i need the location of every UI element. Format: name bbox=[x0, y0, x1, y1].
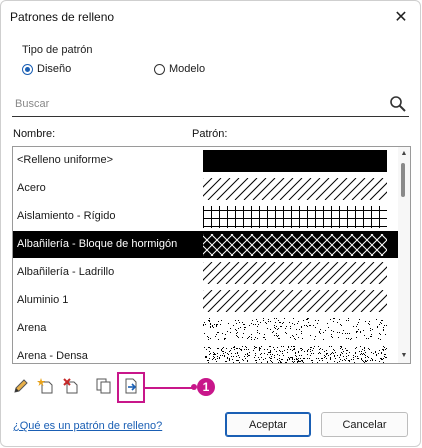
edit-pattern-button[interactable] bbox=[10, 375, 32, 397]
list-item[interactable]: <Relleno uniforme> bbox=[13, 147, 399, 174]
search-icon[interactable] bbox=[389, 95, 407, 113]
pattern-swatch bbox=[203, 318, 387, 340]
pattern-name: Albañilería - Ladrillo bbox=[17, 266, 115, 278]
duplicate-pattern-button[interactable] bbox=[93, 375, 115, 397]
list-item[interactable]: Arena - Densa bbox=[13, 343, 399, 363]
new-pattern-icon bbox=[37, 378, 53, 394]
pattern-swatch bbox=[203, 206, 387, 228]
fill-patterns-dialog: Patrones de relleno ✕ Tipo de patrón Dis… bbox=[0, 0, 421, 447]
list-item[interactable]: Acero bbox=[13, 175, 399, 202]
pencil-icon bbox=[14, 379, 28, 393]
pattern-name: Acero bbox=[17, 182, 46, 194]
radio-design[interactable]: Diseño bbox=[22, 63, 71, 75]
scrollbar[interactable]: ▲ ▼ bbox=[398, 147, 410, 363]
duplicate-icon bbox=[96, 378, 111, 394]
search-input[interactable] bbox=[12, 94, 388, 114]
search-box bbox=[12, 94, 409, 117]
column-header-name: Nombre: bbox=[13, 128, 56, 140]
pattern-name: Arena bbox=[17, 322, 47, 334]
pattern-name: Aluminio 1 bbox=[17, 294, 69, 306]
pattern-swatch bbox=[203, 346, 387, 363]
list-item[interactable]: Aislamiento - Rígido bbox=[13, 203, 399, 230]
scrollbar-thumb[interactable] bbox=[401, 163, 405, 197]
list-item[interactable]: Albañilería - Bloque de hormigón bbox=[13, 231, 399, 258]
pattern-name: Albañilería - Bloque de hormigón bbox=[17, 238, 178, 250]
scroll-up-icon[interactable]: ▲ bbox=[400, 150, 408, 158]
pattern-swatch bbox=[203, 290, 387, 312]
pattern-swatch bbox=[203, 150, 387, 172]
callout-badge: 1 bbox=[197, 378, 215, 396]
radio-button-icon bbox=[22, 63, 33, 75]
import-button-highlight bbox=[117, 372, 145, 403]
pattern-swatch bbox=[203, 178, 387, 200]
callout-line bbox=[145, 387, 195, 389]
cancel-button[interactable]: Cancelar bbox=[321, 412, 408, 437]
list-item[interactable]: Albañilería - Ladrillo bbox=[13, 259, 399, 286]
close-icon[interactable]: ✕ bbox=[390, 6, 412, 28]
new-pattern-button[interactable] bbox=[35, 375, 57, 397]
delete-pattern-icon bbox=[63, 378, 78, 394]
radio-design-label: Diseño bbox=[37, 63, 72, 75]
title-bar: Patrones de relleno ✕ bbox=[1, 1, 421, 33]
dialog-title: Patrones de relleno bbox=[10, 10, 115, 24]
pattern-swatch bbox=[203, 262, 387, 284]
pattern-name: <Relleno uniforme> bbox=[17, 154, 114, 166]
list-item[interactable]: Arena bbox=[13, 315, 399, 342]
radio-button-icon bbox=[154, 63, 165, 75]
list-item[interactable]: Aluminio 1 bbox=[13, 287, 399, 314]
pattern-name: Arena - Densa bbox=[17, 350, 88, 362]
pattern-name: Aislamiento - Rígido bbox=[17, 210, 116, 222]
radio-model-label: Modelo bbox=[169, 63, 206, 75]
help-link[interactable]: ¿Qué es un patrón de relleno? bbox=[13, 420, 162, 432]
ok-button[interactable]: Aceptar bbox=[225, 412, 311, 437]
pattern-swatch bbox=[203, 234, 387, 256]
patterns-list[interactable]: <Relleno uniforme> Acero Aislamiento - Ríg… bbox=[12, 146, 411, 364]
delete-pattern-button[interactable] bbox=[60, 375, 82, 397]
pattern-type-label: Tipo de patrón bbox=[22, 44, 93, 56]
column-header-pattern: Patrón: bbox=[192, 128, 228, 140]
scroll-down-icon[interactable]: ▼ bbox=[400, 352, 408, 360]
radio-model[interactable]: Modelo bbox=[154, 63, 205, 75]
